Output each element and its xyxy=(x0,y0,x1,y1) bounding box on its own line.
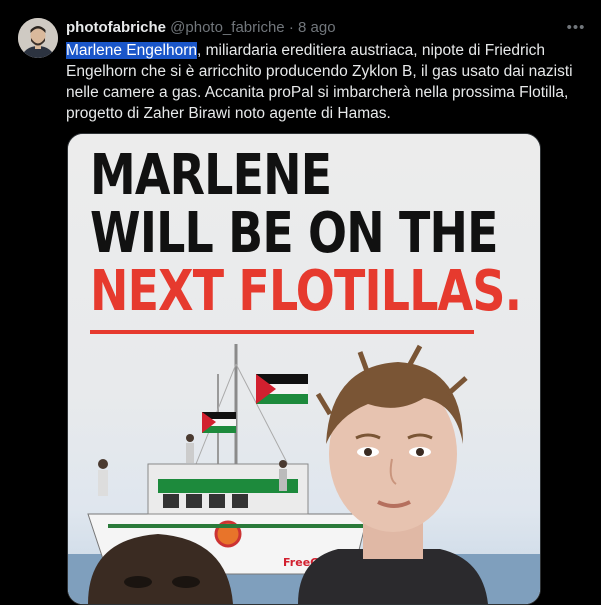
tweet: photofabriche @photo_fabriche · 8 ago ••… xyxy=(0,0,601,605)
avatar-photo xyxy=(18,18,58,58)
avatar[interactable] xyxy=(18,18,58,58)
separator-dot: · xyxy=(288,19,294,36)
poster-headline-line-1: MARLENE xyxy=(90,143,332,208)
timestamp[interactable]: 8 ago xyxy=(298,19,336,36)
tweet-header: photofabriche @photo_fabriche · 8 ago xyxy=(66,19,336,37)
tweet-text: Marlene Engelhorn, miliardaria ereditier… xyxy=(66,40,586,124)
display-name[interactable]: photofabriche xyxy=(66,19,166,36)
tweet-text-selected: Marlene Engelhorn xyxy=(66,42,197,59)
poster-headline-line-3: NEXT FLOTILLAS. xyxy=(90,259,522,324)
poster-headline-line-2: WILL BE ON THE xyxy=(90,201,499,266)
flag-graphic xyxy=(256,374,308,404)
user-handle[interactable]: @photo_fabriche xyxy=(170,19,284,36)
poster-image: MARLENE WILL BE ON THE NEXT FLOTILLAS. xyxy=(68,134,540,604)
more-options-button[interactable]: ••• xyxy=(566,18,586,38)
tweet-media[interactable]: MARLENE WILL BE ON THE NEXT FLOTILLAS. xyxy=(67,133,541,605)
more-icon: ••• xyxy=(566,19,586,36)
boat-and-portrait-photo: FreeGAZA xyxy=(68,344,540,604)
